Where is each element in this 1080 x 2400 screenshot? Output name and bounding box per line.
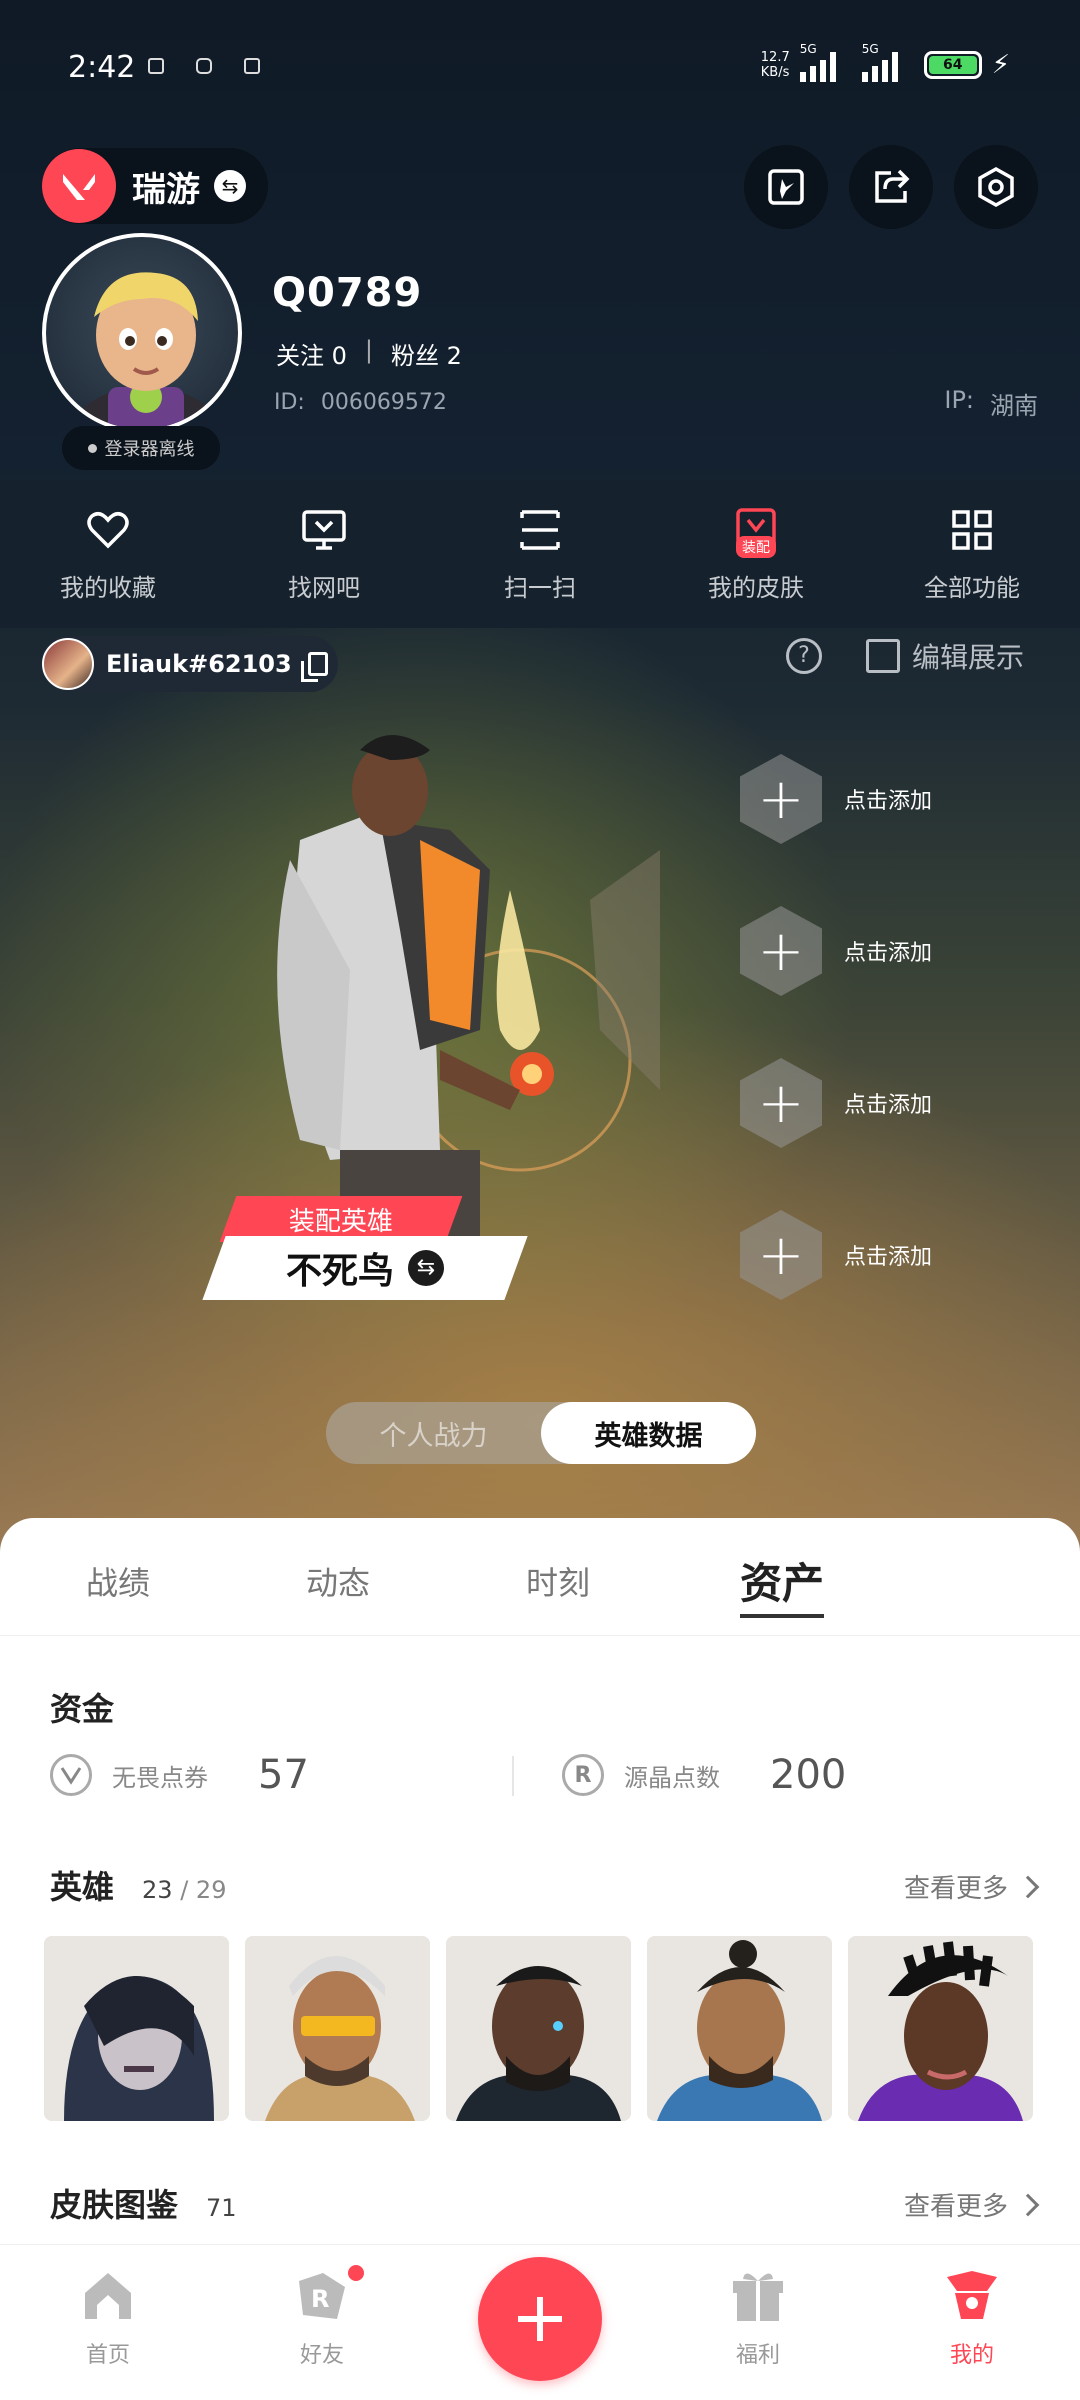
heroes-title: 英雄 23 / 29	[50, 1868, 227, 1906]
profile-icon	[947, 2271, 997, 2319]
hero-card[interactable]	[647, 1936, 832, 2121]
riot-avatar	[42, 638, 94, 690]
charging-icon: ⚡	[991, 50, 1010, 80]
signal-icon-2: 5G	[861, 42, 914, 82]
heroes-more-link[interactable]: 查看更多	[904, 1868, 1040, 1905]
user-id: ID: 006069572	[274, 390, 447, 415]
monitor-icon	[302, 509, 346, 550]
heart-icon	[87, 511, 129, 548]
quick-nav-scan[interactable]: 扫一扫	[432, 480, 648, 628]
equip-badge: 装配	[736, 535, 776, 558]
quick-nav-netcafe[interactable]: 找网吧	[216, 480, 432, 628]
friends-icon: R	[299, 2273, 345, 2319]
grid-icon	[952, 509, 992, 550]
valorant-logo-icon	[42, 149, 116, 223]
add-slot-3[interactable]: + 点击添加	[740, 1058, 932, 1148]
bag-icon	[244, 58, 260, 74]
hero-card[interactable]	[245, 1936, 430, 2121]
swap-agent-icon[interactable]: ⇆	[408, 1250, 444, 1286]
chevron-right-icon	[1016, 2193, 1040, 2216]
divider	[512, 1756, 514, 1796]
add-post-button[interactable]	[744, 145, 828, 229]
ip-location: IP: 湖南	[944, 386, 1038, 420]
plus-icon	[518, 2297, 562, 2341]
battery-icon: 64	[923, 51, 982, 79]
funds-title: 资金	[50, 1690, 115, 1728]
following-link[interactable]: 关注 0	[276, 336, 347, 371]
help-icon[interactable]: ?	[786, 638, 822, 674]
add-slot-4[interactable]: + 点击添加	[740, 1210, 932, 1300]
gift-icon	[733, 2273, 783, 2321]
add-icon: +	[740, 906, 822, 996]
add-icon: +	[740, 1058, 822, 1148]
tab-moments[interactable]: 时刻	[526, 1558, 590, 1604]
toggle-personal-power[interactable]: 个人战力	[326, 1402, 541, 1464]
skins-more-link[interactable]: 查看更多	[904, 2186, 1040, 2223]
profile-hero: 2:42 12.7 KB/s 5G 5G 64 ⚡ 瑞游 ⇆ 登录器离线 Q07…	[0, 0, 1080, 1560]
chevron-right-icon	[1016, 1875, 1040, 1898]
quick-nav: 我的收藏 找网吧 扫一扫 装配 我的皮肤 全部功能	[0, 480, 1080, 628]
edit-icon	[866, 639, 900, 673]
home-icon	[85, 2273, 131, 2319]
nav-friends[interactable]: R 好友	[262, 2263, 382, 2369]
create-button[interactable]	[478, 2257, 602, 2381]
follow-stats: 关注 0 | 粉丝 2	[276, 336, 462, 371]
add-slot-2[interactable]: + 点击添加	[740, 906, 932, 996]
riot-id-pill[interactable]: Eliauk#62103	[40, 636, 338, 692]
quick-nav-skins[interactable]: 装配 我的皮肤	[648, 480, 864, 628]
nav-welfare[interactable]: 福利	[698, 2267, 818, 2369]
stats-toggle: 个人战力 英雄数据	[326, 1402, 756, 1464]
currency-radianite: R 源晶点数 200	[562, 1752, 846, 1798]
notification-icon	[148, 58, 164, 74]
quick-nav-all[interactable]: 全部功能	[864, 480, 1080, 628]
copy-icon[interactable]	[300, 652, 328, 682]
valorant-point-icon	[50, 1754, 92, 1796]
tab-assets[interactable]: 资产	[740, 1550, 824, 1611]
agent-name: 不死鸟	[285, 1251, 394, 1292]
tab-record[interactable]: 战绩	[86, 1558, 150, 1604]
tab-indicator	[740, 1614, 824, 1618]
hero-card[interactable]	[446, 1936, 631, 2121]
scan-icon	[520, 509, 560, 550]
net-speed: 12.7 KB/s	[760, 50, 790, 80]
nav-home[interactable]: 首页	[48, 2267, 168, 2369]
add-icon: +	[740, 1210, 822, 1300]
toggle-hero-data[interactable]: 英雄数据	[541, 1402, 756, 1464]
status-bar: 2:42 12.7 KB/s 5G 5G 64 ⚡	[0, 0, 1080, 130]
notification-dot	[346, 2263, 366, 2283]
skins-title: 皮肤图鉴 71	[50, 2186, 237, 2224]
add-slot-1[interactable]: + 点击添加	[740, 754, 932, 844]
hero-card[interactable]	[848, 1936, 1033, 2121]
riot-name: Eliauk#62103	[106, 650, 292, 678]
quick-nav-favorites[interactable]: 我的收藏	[0, 480, 216, 628]
profile-tabs: 战绩 动态 时刻 资产	[0, 1518, 1080, 1636]
status-right: 12.7 KB/s 5G 5G 64 ⚡	[760, 42, 1010, 82]
bottom-nav: 首页 R 好友 福利 我的	[0, 2244, 1080, 2400]
launcher-status-badge: 登录器离线	[62, 426, 220, 470]
app-switcher[interactable]: 瑞游 ⇆	[42, 148, 268, 224]
share-button[interactable]	[849, 145, 933, 229]
svg-text:R: R	[311, 2285, 329, 2313]
radianite-icon: R	[562, 1754, 604, 1796]
app-name: 瑞游	[132, 169, 200, 210]
status-time: 2:42	[68, 50, 136, 85]
signal-icon: 5G	[799, 42, 852, 82]
heroes-list	[44, 1936, 1033, 2121]
avatar[interactable]	[42, 233, 242, 433]
robot-icon	[196, 58, 212, 74]
nav-profile[interactable]: 我的	[912, 2267, 1032, 2369]
fans-link[interactable]: 粉丝 2	[391, 336, 462, 371]
username: Q0789	[272, 270, 423, 316]
add-icon: +	[740, 754, 822, 844]
hero-card[interactable]	[44, 1936, 229, 2121]
skin-icon: 装配	[732, 506, 780, 558]
tab-feed[interactable]: 动态	[306, 1558, 370, 1604]
settings-button[interactable]	[954, 145, 1038, 229]
agent-name-tag[interactable]: 不死鸟 ⇆	[202, 1236, 528, 1300]
currency-vp: 无畏点券 57	[50, 1752, 309, 1798]
edit-display-button[interactable]: 编辑展示	[866, 636, 1024, 676]
swap-icon: ⇆	[214, 170, 246, 202]
